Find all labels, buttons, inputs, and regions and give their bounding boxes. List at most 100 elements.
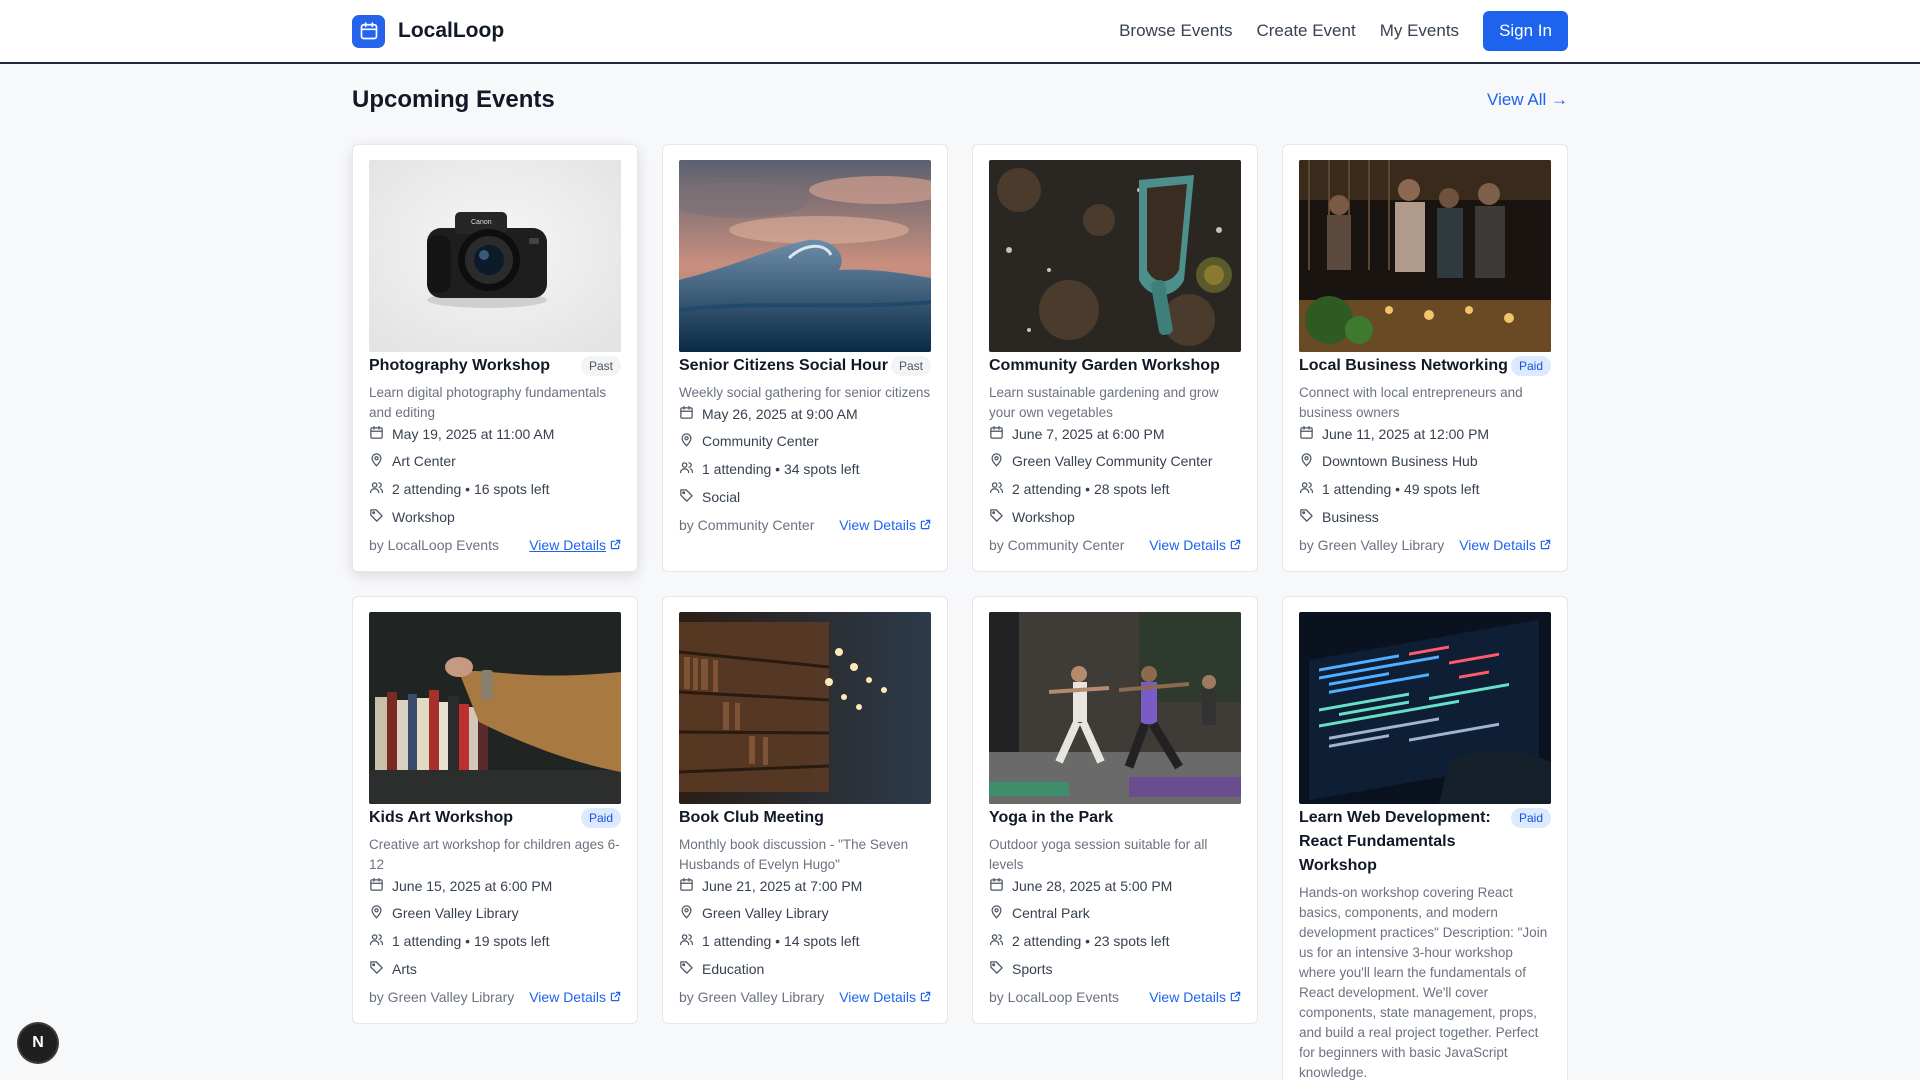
event-card[interactable]: Community Garden Workshop Learn sustainab… [972, 144, 1258, 572]
calendar-icon [1299, 425, 1314, 443]
view-details-link[interactable]: View Details [1149, 537, 1241, 553]
event-category-text: Arts [392, 961, 417, 977]
view-details-link[interactable]: View Details [839, 517, 931, 533]
event-location-text: Green Valley Library [702, 905, 829, 921]
view-details-link[interactable]: View Details [529, 537, 621, 553]
event-organizer: by Community Center [679, 517, 815, 533]
event-description: Learn digital photography fundamentals a… [369, 385, 607, 420]
event-attendance-text: 1 attending • 34 spots left [702, 461, 860, 477]
event-attendance: 2 attending • 23 spots left [989, 927, 1241, 955]
location-pin-icon [989, 452, 1004, 470]
external-link-icon [610, 537, 621, 553]
external-link-icon [920, 989, 931, 1005]
event-image[interactable] [989, 160, 1241, 352]
event-title[interactable]: Photography Workshop [369, 354, 550, 378]
event-title[interactable]: Yoga in the Park [989, 806, 1113, 830]
event-card[interactable]: Yoga in the Park Outdoor yoga session sui… [972, 596, 1258, 1024]
users-icon [369, 932, 384, 950]
event-card[interactable]: Learn Web Development: React Fundamental… [1282, 596, 1568, 1080]
event-attendance: 2 attending • 28 spots left [989, 475, 1241, 503]
event-date: May 19, 2025 at 11:00 AM [369, 424, 621, 444]
calendar-icon [679, 877, 694, 895]
event-organizer: by Green Valley Library [1299, 537, 1445, 553]
event-description: Hands-on workshop covering React basics,… [1299, 885, 1548, 1080]
event-date-text: June 15, 2025 at 6:00 PM [392, 878, 553, 894]
view-details-link[interactable]: View Details [1149, 989, 1241, 1005]
event-title[interactable]: Local Business Networking [1299, 354, 1508, 378]
brand[interactable]: LocalLoop [352, 14, 504, 48]
event-attendance: 1 attending • 34 spots left [679, 455, 931, 483]
event-card[interactable]: Kids Art Workshop Paid Creative art worksh… [352, 596, 638, 1024]
event-organizer: by Green Valley Library [679, 989, 825, 1005]
event-title[interactable]: Senior Citizens Social Hour [679, 354, 888, 378]
location-pin-icon [989, 904, 1004, 922]
event-description: Learn sustainable gardening and grow you… [989, 385, 1219, 420]
event-date: June 21, 2025 at 7:00 PM [679, 876, 931, 896]
event-card[interactable]: Senior Citizens Social Hour Past Weekly so… [662, 144, 948, 572]
event-category: Sports [989, 955, 1241, 983]
event-image[interactable] [1299, 612, 1551, 804]
external-link-icon [1540, 537, 1551, 553]
event-date: June 7, 2025 at 6:00 PM [989, 424, 1241, 444]
status-badge: Past [580, 356, 621, 376]
event-description: Weekly social gathering for senior citiz… [679, 385, 931, 400]
event-image[interactable] [679, 612, 931, 804]
event-description: Connect with local entrepreneurs and bus… [1299, 385, 1523, 420]
external-link-icon [920, 517, 931, 533]
tag-icon [989, 960, 1004, 978]
event-date-text: June 7, 2025 at 6:00 PM [1012, 426, 1165, 442]
event-attendance-text: 2 attending • 16 spots left [392, 481, 550, 497]
sign-in-button[interactable]: Sign In [1483, 11, 1568, 51]
event-image[interactable] [679, 160, 931, 352]
event-title[interactable]: Kids Art Workshop [369, 806, 513, 830]
event-card[interactable]: Canon Photography Workshop Past Learn digit… [352, 144, 638, 572]
users-icon [989, 932, 1004, 950]
event-location-text: Community Center [702, 433, 819, 449]
event-date-text: June 21, 2025 at 7:00 PM [702, 878, 863, 894]
external-link-icon [610, 989, 621, 1005]
event-category-text: Sports [1012, 961, 1053, 977]
event-image[interactable]: Canon [369, 160, 621, 352]
event-category-text: Education [702, 961, 765, 977]
calendar-icon [679, 405, 694, 423]
view-details-link[interactable]: View Details [1459, 537, 1551, 553]
event-title[interactable]: Community Garden Workshop [989, 354, 1220, 378]
event-category: Education [679, 955, 931, 983]
view-all-link[interactable]: View All → [1487, 90, 1568, 110]
event-card[interactable]: Book Club Meeting Monthly book discussion… [662, 596, 948, 1024]
nav-create-event[interactable]: Create Event [1256, 21, 1355, 41]
event-date-text: June 11, 2025 at 12:00 PM [1322, 426, 1490, 442]
location-pin-icon [679, 904, 694, 922]
location-pin-icon [369, 452, 384, 470]
dev-tools-badge[interactable]: N [19, 1024, 57, 1062]
view-details-link[interactable]: View Details [839, 989, 931, 1005]
users-icon [679, 460, 694, 478]
event-card[interactable]: Local Business Networking Paid Connect wit… [1282, 144, 1568, 572]
event-title[interactable]: Book Club Meeting [679, 806, 824, 830]
event-category-text: Business [1322, 509, 1379, 525]
users-icon [1299, 480, 1314, 498]
event-description: Creative art workshop for children ages … [369, 837, 620, 872]
event-date: June 28, 2025 at 5:00 PM [989, 876, 1241, 896]
external-link-icon [1230, 989, 1241, 1005]
event-category-text: Social [702, 489, 741, 505]
event-attendance: 1 attending • 19 spots left [369, 927, 621, 955]
event-organizer: by Green Valley Library [369, 989, 515, 1005]
view-details-label: View Details [1459, 537, 1536, 553]
event-location: Central Park [989, 899, 1241, 927]
status-badge: Paid [580, 808, 621, 828]
nav-browse-events[interactable]: Browse Events [1119, 21, 1232, 41]
status-badge: Paid [1510, 808, 1551, 828]
event-attendance-text: 1 attending • 14 spots left [702, 933, 860, 949]
event-organizer: by Community Center [989, 537, 1125, 553]
nav-my-events[interactable]: My Events [1380, 21, 1459, 41]
view-details-link[interactable]: View Details [529, 989, 621, 1005]
event-image[interactable] [1299, 160, 1551, 352]
event-title[interactable]: Learn Web Development: React Fundamental… [1299, 806, 1511, 878]
event-date-text: May 19, 2025 at 11:00 AM [392, 426, 555, 442]
event-image[interactable] [989, 612, 1241, 804]
event-image[interactable] [369, 612, 621, 804]
event-description: Outdoor yoga session suitable for all le… [989, 837, 1208, 872]
event-category: Arts [369, 955, 621, 983]
event-location-text: Green Valley Library [392, 905, 519, 921]
